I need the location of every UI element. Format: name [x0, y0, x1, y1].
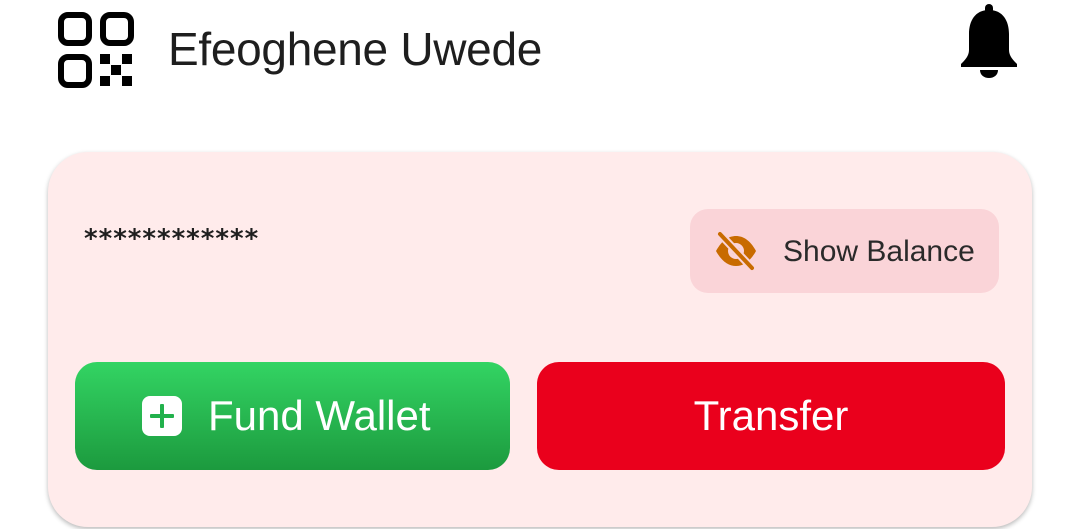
- fund-wallet-button[interactable]: Fund Wallet: [75, 362, 510, 470]
- masked-balance: ************: [84, 224, 260, 254]
- bell-icon[interactable]: [960, 4, 1018, 78]
- show-balance-label: Show Balance: [783, 235, 975, 268]
- eye-slash-icon: [716, 231, 756, 271]
- qr-code-icon[interactable]: [58, 12, 134, 88]
- user-name: Efeoghene Uwede: [168, 23, 543, 75]
- show-balance-button[interactable]: Show Balance: [690, 209, 999, 293]
- fund-wallet-label: Fund Wallet: [208, 392, 431, 439]
- transfer-label: Transfer: [693, 392, 849, 439]
- transfer-button[interactable]: Transfer: [537, 362, 1005, 470]
- app-header: Efeoghene Uwede: [0, 0, 1080, 100]
- plus-square-icon: [142, 396, 182, 436]
- wallet-card: ************ Show Balance Fund Wallet Tr…: [48, 152, 1032, 527]
